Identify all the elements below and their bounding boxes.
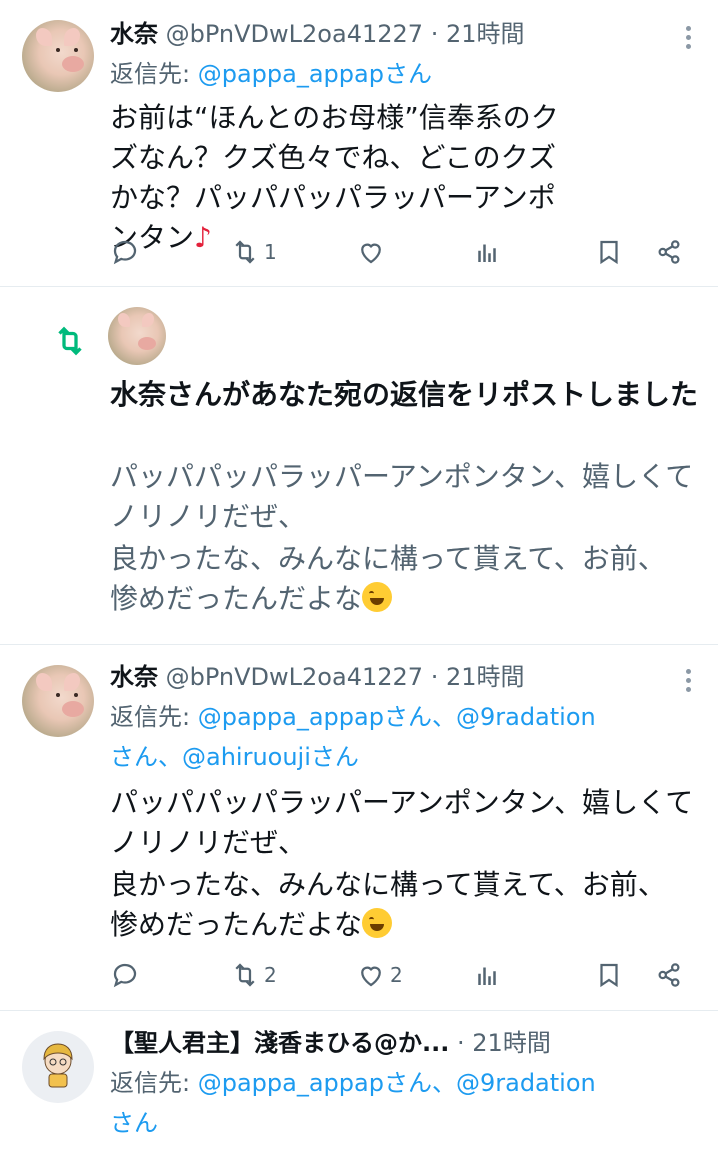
retweet-button[interactable]: 1 (230, 232, 277, 272)
reply-button[interactable] (110, 955, 140, 995)
display-name[interactable]: 水奈 (110, 663, 158, 691)
share-icon (658, 963, 680, 987)
tweet[interactable]: 水奈 @bPnVDwL2oa41227 · 21時間 返信先: @pappa_a… (0, 645, 718, 1011)
retweet-count: 1 (264, 240, 277, 264)
tweet-header: 水奈 @bPnVDwL2oa41227 · 21時間 (110, 16, 688, 52)
notification-text: 水奈さんがあなた宛の返信をリポストしました (110, 378, 699, 411)
mention-link[interactable]: さん、@ahiruoujiさん (110, 737, 698, 777)
bookmark-icon (600, 240, 618, 265)
user-handle[interactable]: @bPnVDwL2oa41227 (166, 663, 423, 691)
pig-ear (64, 28, 80, 46)
retweet-button[interactable]: 2 (230, 955, 277, 995)
views-icon (478, 967, 496, 985)
mention-link[interactable]: @pappa_appapさん (198, 60, 432, 88)
pig-eye (56, 693, 60, 697)
bookmark-button[interactable] (594, 232, 624, 272)
like-icon (361, 243, 381, 264)
more-icon[interactable] (686, 669, 692, 696)
like-count: 2 (390, 963, 403, 987)
separator: · (430, 20, 439, 48)
timestamp[interactable]: 21時間 (446, 663, 525, 691)
mention-link[interactable]: @pappa_appapさん、 (198, 703, 456, 731)
pig-snout (138, 337, 156, 350)
tweet-text-line2: 良かったな、みんなに構って貰えて、お前、惨めだったんだよな (110, 865, 678, 945)
pig-eye (74, 693, 78, 697)
avatar[interactable] (22, 1031, 94, 1103)
separator: · (430, 663, 439, 691)
rolling-laughing-emoji (362, 908, 393, 938)
share-icon (658, 240, 680, 264)
retweet-icon (235, 963, 255, 987)
share-button[interactable] (654, 232, 684, 272)
avatar[interactable] (22, 665, 94, 737)
reply-button[interactable] (110, 232, 140, 272)
user-handle[interactable]: @bPnVDwL2oa41227 (166, 20, 423, 48)
quoted-text-line2: 良かったな、みんなに構って貰えて、お前、惨めだったんだよな (110, 539, 678, 619)
tweet[interactable]: 【聖人君主】淺香まひる@か... · 21時間 返信先: @pappa_appa… (0, 1011, 718, 1149)
views-icon (478, 244, 496, 262)
retweet-notification[interactable]: 水奈さんがあなた宛の返信をリポストしました パッパパッパラッパーアンポンタン、嬉… (0, 287, 718, 645)
pig-eye (74, 48, 78, 52)
retweet-icon (58, 326, 82, 356)
views-button[interactable] (472, 955, 502, 995)
views-button[interactable] (472, 232, 502, 272)
rolling-laughing-emoji (362, 582, 393, 612)
retweet-count: 2 (264, 963, 277, 987)
action-bar: 2 2 (0, 955, 718, 995)
reply-prefix: 返信先: (110, 60, 191, 88)
avatar[interactable] (108, 307, 166, 365)
more-icon[interactable] (686, 26, 692, 53)
like-button[interactable]: 2 (356, 955, 403, 995)
mention-link[interactable]: @9radation (456, 1069, 596, 1097)
cartoon-character-icon (43, 1043, 73, 1088)
timestamp[interactable]: 21時間 (446, 20, 525, 48)
bookmark-icon (600, 963, 618, 988)
timestamp[interactable]: 21時間 (472, 1029, 551, 1057)
reply-icon (113, 240, 137, 265)
reply-to: 返信先: @pappa_appapさん (110, 54, 698, 94)
tweet-header: 水奈 @bPnVDwL2oa41227 · 21時間 (110, 659, 688, 695)
share-button[interactable] (654, 955, 684, 995)
mention-link[interactable]: @pappa_appapさん、 (198, 1069, 456, 1097)
pig-ear (36, 28, 52, 46)
like-button[interactable] (356, 232, 386, 272)
reply-to: 返信先: @pappa_appapさん、@9radation (110, 1063, 698, 1103)
quoted-text-line1: パッパパッパラッパーアンポンタン、嬉しくてノリノリだぜ、 (110, 460, 694, 533)
pig-snout (62, 56, 84, 72)
reply-prefix: 返信先: (110, 703, 191, 731)
action-bar: 1 (0, 232, 718, 272)
mention-link[interactable]: さん (110, 1103, 698, 1143)
mention-link[interactable]: @9radation (456, 703, 596, 731)
pig-eye (56, 48, 60, 52)
retweet-icon (235, 240, 255, 264)
like-icon (361, 966, 381, 987)
reply-to: 返信先: @pappa_appapさん、@9radation (110, 697, 698, 737)
pig-ear (118, 313, 130, 327)
pig-snout (62, 701, 84, 717)
pig-ear (64, 673, 80, 691)
tweet-text-line1: パッパパッパラッパーアンポンタン、嬉しくてノリノリだぜ、 (110, 786, 694, 859)
pig-ear (142, 313, 154, 327)
timeline: 水奈 @bPnVDwL2oa41227 · 21時間 返信先: @pappa_a… (0, 0, 718, 1149)
pig-ear (36, 673, 52, 691)
tweet[interactable]: 水奈 @bPnVDwL2oa41227 · 21時間 返信先: @pappa_a… (0, 0, 718, 287)
separator: · (457, 1029, 465, 1057)
display-name[interactable]: 水奈 (110, 20, 158, 48)
reply-icon (113, 963, 137, 988)
reply-prefix: 返信先: (110, 1069, 191, 1097)
tweet-header: 【聖人君主】淺香まひる@か... · 21時間 (110, 1025, 688, 1061)
bookmark-button[interactable] (594, 955, 624, 995)
avatar[interactable] (22, 20, 94, 92)
display-name[interactable]: 【聖人君主】淺香まひる@か... (110, 1029, 449, 1057)
